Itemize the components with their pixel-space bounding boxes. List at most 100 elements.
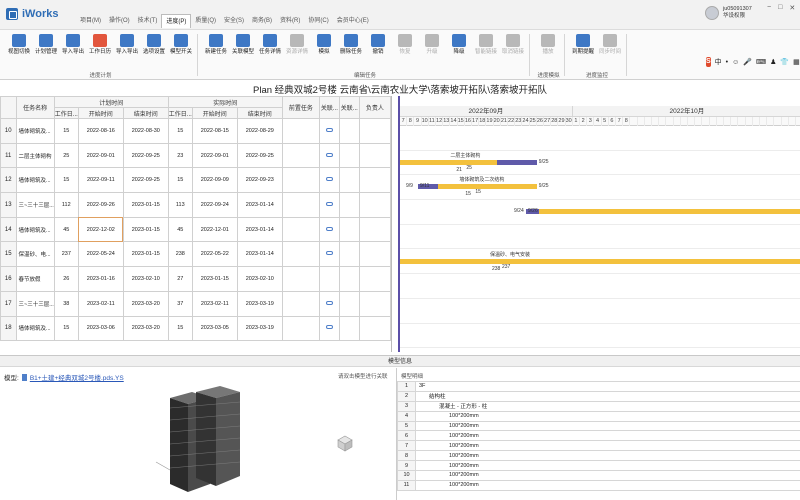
actual-start-cell[interactable]: 2022-08-15 xyxy=(191,118,238,144)
actual-days-cell[interactable]: 113 xyxy=(167,192,193,218)
plan-end-cell[interactable]: 2023-01-15 xyxy=(122,216,169,243)
ime-item-icon[interactable]: 👕 xyxy=(780,58,789,66)
table-row[interactable]: 17 三~三十三层... 38 2023-02-11 2023-03-20 37 2023-… xyxy=(0,290,391,317)
actual-end-cell[interactable]: 2023-03-19 xyxy=(236,290,283,317)
model-detail-row[interactable]: 10 100*200mm xyxy=(397,470,800,481)
actual-days-cell[interactable]: 45 xyxy=(167,216,193,243)
actual-end-cell[interactable]: 2022-09-23 xyxy=(236,167,283,194)
owner-cell[interactable] xyxy=(358,118,391,144)
table-row[interactable]: 10 墙体砌筑及... 15 2022-08-16 2022-08-30 15 2022-0… xyxy=(0,118,391,144)
actual-start-cell[interactable]: 2022-09-24 xyxy=(191,192,238,218)
task-name-cell[interactable]: 保温砂、电... xyxy=(15,241,55,268)
predecessor-cell[interactable] xyxy=(281,315,320,342)
actual-start-cell[interactable]: 2023-03-05 xyxy=(191,315,238,342)
ime-item-icon[interactable]: ⌨ xyxy=(756,58,766,66)
row-number[interactable]: 15 xyxy=(0,241,17,268)
col-actual-start[interactable]: 开始时间 xyxy=(191,107,238,119)
col-predecessor[interactable]: 前置任务 xyxy=(281,96,320,119)
ribbon-button-1-5[interactable]: 删除任务 xyxy=(338,34,364,56)
actual-days-cell[interactable]: 15 xyxy=(167,118,193,144)
model-detail-row[interactable]: 11 100*200mm xyxy=(397,479,800,491)
ime-item-icon[interactable]: 中 xyxy=(715,57,722,67)
ribbon-button-1-7[interactable]: 恢复 xyxy=(392,34,418,56)
col-plan-start[interactable]: 开始时间 xyxy=(77,107,124,119)
model-detail-row[interactable]: 1 3F xyxy=(397,381,800,392)
row-number[interactable]: 13 xyxy=(0,192,17,218)
predecessor-cell[interactable] xyxy=(281,290,320,317)
ime-item-icon[interactable]: 🎤 xyxy=(743,58,752,66)
menu-item-5[interactable]: 安全(S) xyxy=(220,14,248,28)
owner-cell[interactable] xyxy=(358,216,391,243)
actual-end-cell[interactable]: 2023-02-10 xyxy=(236,266,283,292)
row-number[interactable]: 10 xyxy=(0,118,17,144)
table-row[interactable]: 13 三~三十三层... 112 2022-09-26 2023-01-15 113 202… xyxy=(0,192,391,218)
gantt-bar[interactable] xyxy=(400,258,800,264)
ribbon-button-1-4[interactable]: 模拟 xyxy=(311,34,337,56)
plan-start-cell[interactable]: 2023-02-11 xyxy=(77,290,124,317)
ribbon-button-0-2[interactable]: 导入导出 xyxy=(60,34,86,56)
actual-days-cell[interactable]: 23 xyxy=(167,142,193,169)
task-name-cell[interactable]: 二层主体砌构 xyxy=(15,142,55,169)
link-icon[interactable] xyxy=(325,177,333,182)
col-assoc-1[interactable]: 关联... xyxy=(318,96,340,119)
actual-end-cell[interactable]: 2023-01-14 xyxy=(236,241,283,268)
actual-start-cell[interactable]: 2023-02-11 xyxy=(191,290,238,317)
plan-end-cell[interactable]: 2022-08-30 xyxy=(122,118,169,144)
plan-end-cell[interactable]: 2023-03-20 xyxy=(122,290,169,317)
assoc-model-cell[interactable] xyxy=(318,315,340,342)
ribbon-button-1-9[interactable]: 降级 xyxy=(446,34,472,56)
ribbon-button-1-3[interactable]: 资源详情 xyxy=(284,34,310,56)
actual-start-cell[interactable]: 2022-05-22 xyxy=(191,241,238,268)
predecessor-cell[interactable] xyxy=(281,167,320,194)
actual-days-cell[interactable]: 37 xyxy=(167,290,193,317)
task-name-cell[interactable]: 墙体砌筑及... xyxy=(15,118,55,144)
col-plan-days[interactable]: 工作日... xyxy=(53,107,79,119)
ribbon-button-1-10[interactable]: 智能链接 xyxy=(473,34,499,56)
model-detail-row[interactable]: 7 100*200mm xyxy=(397,440,800,452)
plan-days-cell[interactable]: 26 xyxy=(53,266,79,292)
task-name-cell[interactable]: 墙体砌筑及... xyxy=(15,167,55,194)
actual-days-cell[interactable]: 15 xyxy=(167,315,193,342)
actual-end-cell[interactable]: 2023-03-19 xyxy=(236,315,283,342)
user-info[interactable]: ju05091307 华设权限 xyxy=(705,6,752,20)
assoc-cell[interactable] xyxy=(338,315,360,342)
ribbon-button-2-0[interactable]: 播放 xyxy=(535,34,561,56)
model-viewer[interactable]: 模型: B1+土建+经典双城2号楼.pds.YS 请双击模型进行关联 xyxy=(0,368,394,500)
link-icon[interactable] xyxy=(325,127,333,132)
ribbon-button-1-2[interactable]: 任务详情 xyxy=(257,34,283,56)
plan-start-cell[interactable]: 2022-09-26 xyxy=(77,192,124,218)
plan-end-cell[interactable]: 2023-01-15 xyxy=(122,192,169,218)
ime-item-icon[interactable]: • xyxy=(726,59,728,66)
minimize-button[interactable]: − xyxy=(767,4,771,12)
menu-item-6[interactable]: 商务(B) xyxy=(248,14,276,28)
predecessor-cell[interactable] xyxy=(281,142,320,169)
predecessor-cell[interactable] xyxy=(281,192,320,218)
model-detail-row[interactable]: 9 100*200mm xyxy=(397,460,800,472)
model-detail-row[interactable]: 5 100*200mm xyxy=(397,420,800,432)
ribbon-button-0-6[interactable]: 模型开关 xyxy=(168,34,194,56)
assoc-model-cell[interactable] xyxy=(318,192,340,218)
gantt-bar[interactable] xyxy=(526,209,800,215)
model-detail-row[interactable]: 8 100*200mm xyxy=(397,450,800,462)
assoc-model-cell[interactable] xyxy=(318,142,340,169)
col-actual-end[interactable]: 结束时间 xyxy=(236,107,283,119)
ime-item-icon[interactable]: ♟ xyxy=(770,58,776,66)
task-name-cell[interactable]: 三~三十三层... xyxy=(15,290,55,317)
owner-cell[interactable] xyxy=(358,142,391,169)
plan-end-cell[interactable]: 2023-02-10 xyxy=(122,266,169,292)
plan-start-cell[interactable]: 2023-03-06 xyxy=(77,315,124,342)
actual-end-cell[interactable]: 2022-09-25 xyxy=(236,142,283,169)
owner-cell[interactable] xyxy=(358,192,391,218)
plan-start-cell[interactable]: 2022-12-02 xyxy=(77,216,124,243)
menu-item-9[interactable]: 会员中心(E) xyxy=(333,14,373,28)
actual-end-cell[interactable]: 2022-08-29 xyxy=(236,118,283,144)
menu-item-4[interactable]: 质量(Q) xyxy=(191,14,220,28)
owner-cell[interactable] xyxy=(358,241,391,268)
plan-start-cell[interactable]: 2022-08-16 xyxy=(77,118,124,144)
building-model-render[interactable] xyxy=(150,380,280,500)
model-file-link[interactable]: B1+土建+经典双城2号楼.pds.YS xyxy=(30,372,124,382)
predecessor-cell[interactable] xyxy=(281,118,320,144)
table-row[interactable]: 18 墙体砌筑及... 15 2023-03-06 2023-03-20 15 2023-0… xyxy=(0,315,391,342)
ribbon-button-0-1[interactable]: 计划管理 xyxy=(33,34,59,56)
detail-row-value[interactable]: 100*200mm xyxy=(415,430,800,442)
